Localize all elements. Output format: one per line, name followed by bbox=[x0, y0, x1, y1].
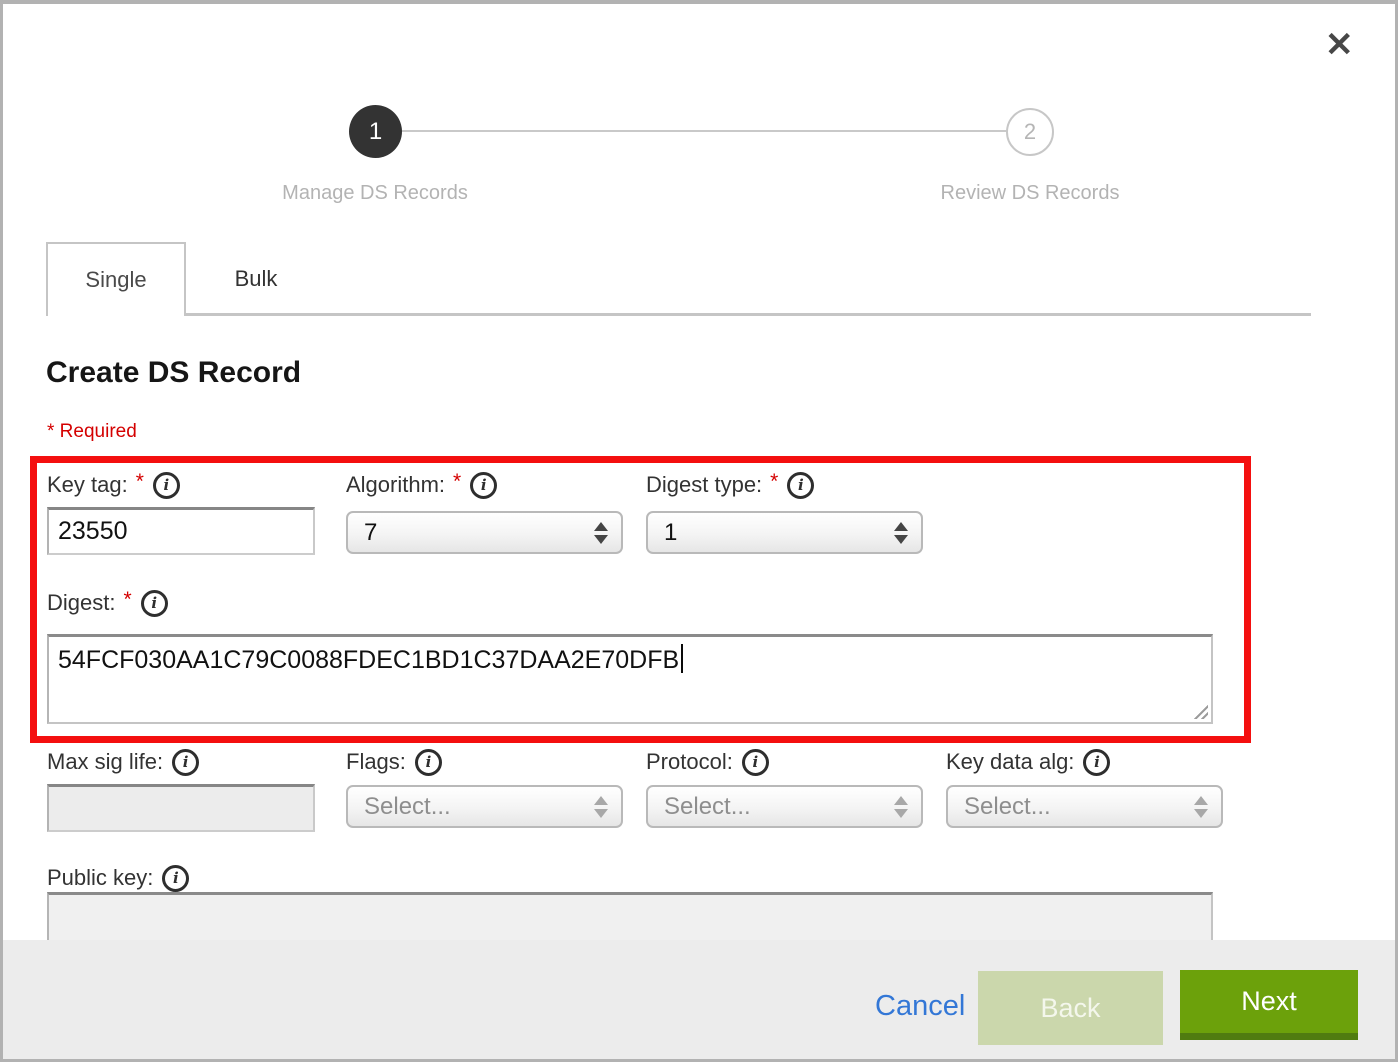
algorithm-select-value: 7 bbox=[364, 519, 377, 547]
info-icon-glyph: i bbox=[1094, 755, 1100, 770]
digest-label: Digest: bbox=[47, 590, 115, 616]
info-icon[interactable]: i bbox=[415, 749, 442, 776]
select-arrows-icon bbox=[894, 522, 908, 544]
step-2-label: Review DS Records bbox=[870, 182, 1190, 205]
digest-value: 54FCF030AA1C79C0088FDEC1BD1C37DAA2E70DFB bbox=[58, 646, 679, 674]
select-arrows-icon bbox=[1194, 796, 1208, 818]
required-asterisk: * bbox=[770, 470, 778, 494]
info-icon[interactable]: i bbox=[1083, 749, 1110, 776]
step-2-indicator: 2 bbox=[1006, 108, 1054, 156]
info-icon-glyph: i bbox=[183, 755, 189, 770]
max-sig-life-label: Max sig life: bbox=[47, 749, 163, 775]
max-sig-life-label-row: Max sig life: i bbox=[47, 747, 199, 777]
info-icon[interactable]: i bbox=[162, 865, 189, 892]
info-icon-glyph: i bbox=[151, 596, 157, 611]
select-arrows-icon bbox=[594, 522, 608, 544]
required-asterisk: * bbox=[136, 470, 144, 494]
text-cursor bbox=[681, 644, 683, 673]
resize-grip-icon[interactable] bbox=[1192, 703, 1208, 719]
create-ds-record-modal: ✕ 1 2 Manage DS Records Review DS Record… bbox=[0, 0, 1398, 1062]
back-button[interactable]: Back bbox=[978, 971, 1163, 1045]
step-1-label: Manage DS Records bbox=[215, 182, 535, 205]
key-data-alg-select[interactable]: Select... bbox=[946, 785, 1223, 828]
public-key-label: Public key: bbox=[47, 865, 153, 891]
flags-select-value: Select... bbox=[364, 793, 451, 821]
key-data-alg-label-row: Key data alg: i bbox=[946, 747, 1110, 777]
digest-type-select[interactable]: 1 bbox=[646, 511, 923, 554]
key-data-alg-select-value: Select... bbox=[964, 793, 1051, 821]
protocol-label: Protocol: bbox=[646, 749, 733, 775]
digest-type-label-row: Digest type: * i bbox=[646, 470, 814, 500]
digest-type-label: Digest type: bbox=[646, 472, 762, 498]
flags-select[interactable]: Select... bbox=[346, 785, 623, 828]
step-1-indicator: 1 bbox=[349, 105, 402, 158]
info-icon-glyph: i bbox=[173, 871, 179, 886]
flags-label-row: Flags: i bbox=[346, 747, 442, 777]
key-tag-label: Key tag: bbox=[47, 472, 128, 498]
digest-textarea[interactable]: 54FCF030AA1C79C0088FDEC1BD1C37DAA2E70DFB bbox=[47, 634, 1213, 724]
public-key-textarea[interactable] bbox=[47, 892, 1213, 940]
key-tag-input[interactable] bbox=[47, 507, 315, 555]
tab-single[interactable]: Single bbox=[46, 242, 186, 316]
protocol-select[interactable]: Select... bbox=[646, 785, 923, 828]
step-connector-line bbox=[399, 130, 1009, 132]
flags-label: Flags: bbox=[346, 749, 406, 775]
info-icon-glyph: i bbox=[426, 755, 432, 770]
cancel-button[interactable]: Cancel bbox=[875, 990, 965, 1023]
algorithm-label-row: Algorithm: * i bbox=[346, 470, 497, 500]
info-icon[interactable]: i bbox=[470, 472, 497, 499]
tab-bulk[interactable]: Bulk bbox=[186, 242, 326, 316]
info-icon-glyph: i bbox=[481, 478, 487, 493]
digest-type-select-value: 1 bbox=[664, 519, 677, 547]
info-icon[interactable]: i bbox=[141, 590, 168, 617]
footer-bar: Cancel Back Next bbox=[3, 940, 1395, 1059]
info-icon[interactable]: i bbox=[742, 749, 769, 776]
info-icon[interactable]: i bbox=[787, 472, 814, 499]
key-data-alg-label: Key data alg: bbox=[946, 749, 1074, 775]
info-icon-glyph: i bbox=[164, 478, 170, 493]
info-icon[interactable]: i bbox=[153, 472, 180, 499]
select-arrows-icon bbox=[594, 796, 608, 818]
protocol-select-value: Select... bbox=[664, 793, 751, 821]
protocol-label-row: Protocol: i bbox=[646, 747, 769, 777]
close-icon[interactable]: ✕ bbox=[1325, 28, 1354, 62]
required-asterisk: * bbox=[123, 588, 131, 612]
required-asterisk: * bbox=[453, 470, 461, 494]
algorithm-label: Algorithm: bbox=[346, 472, 445, 498]
page-title: Create DS Record bbox=[46, 356, 301, 390]
select-arrows-icon bbox=[894, 796, 908, 818]
info-icon-glyph: i bbox=[798, 478, 804, 493]
digest-label-row: Digest: * i bbox=[47, 588, 168, 618]
key-tag-label-row: Key tag: * i bbox=[47, 470, 180, 500]
next-button[interactable]: Next bbox=[1180, 970, 1358, 1040]
info-icon-glyph: i bbox=[752, 755, 758, 770]
required-note: * Required bbox=[47, 421, 137, 443]
tab-baseline bbox=[185, 313, 1311, 316]
max-sig-life-input[interactable] bbox=[47, 784, 315, 832]
public-key-label-row: Public key: i bbox=[47, 863, 189, 893]
algorithm-select[interactable]: 7 bbox=[346, 511, 623, 554]
info-icon[interactable]: i bbox=[172, 749, 199, 776]
